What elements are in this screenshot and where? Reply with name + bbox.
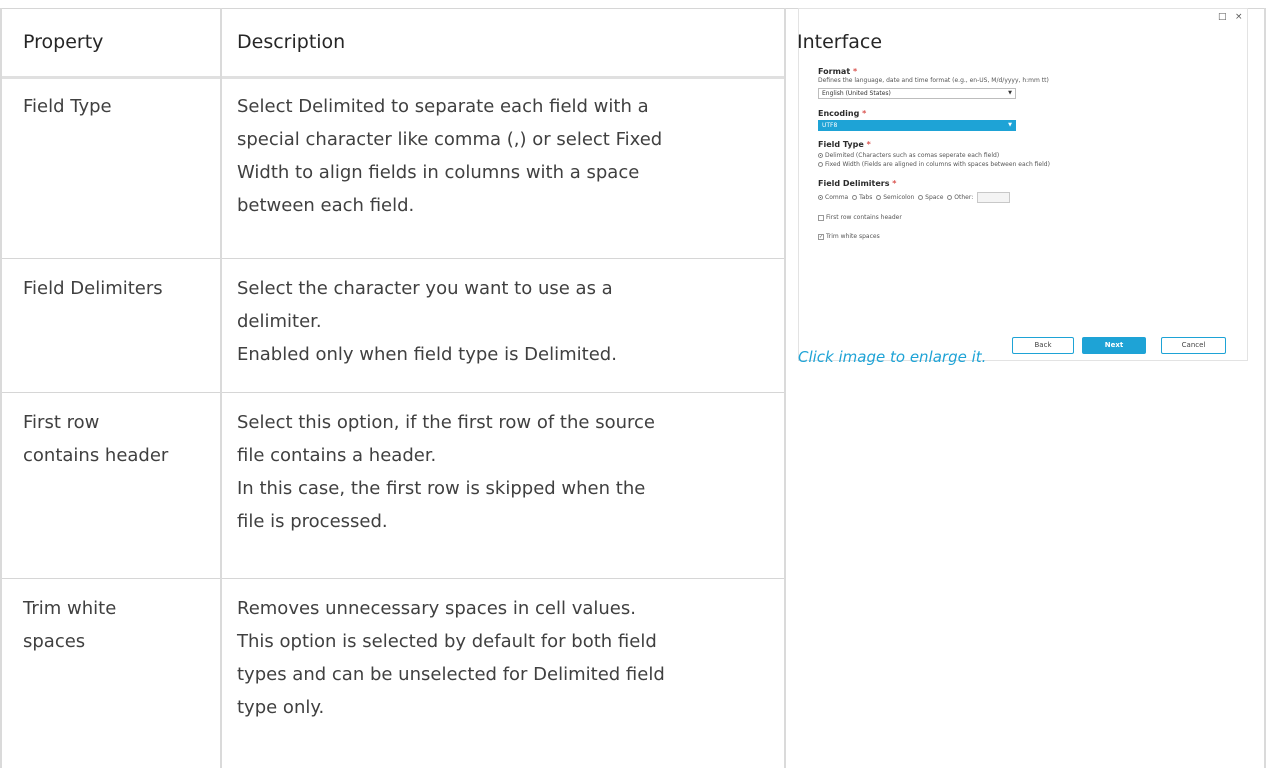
description-line: between each field.	[237, 195, 415, 216]
row-divider	[0, 578, 784, 579]
dialog-screenshot[interactable]: □ × Format * Defines the language, date …	[798, 8, 1248, 361]
enlarge-image-link[interactable]: Click image to enlarge it.	[798, 348, 986, 366]
delimiter-semicolon-radio[interactable]: Semicolon	[876, 194, 914, 201]
chevron-down-icon: ▼	[1008, 90, 1012, 96]
description-line: special character like comma (,) or sele…	[237, 129, 663, 150]
delimiter-tabs-radio[interactable]: Tabs	[852, 194, 872, 201]
close-icon[interactable]: ×	[1235, 12, 1243, 22]
description-line: types and can be unselected for Delimite…	[237, 664, 665, 685]
format-help: Defines the language, date and time form…	[818, 77, 1049, 84]
table-row: Field Type	[23, 90, 112, 123]
radio-icon	[818, 153, 823, 158]
next-button[interactable]: Next	[1082, 337, 1146, 354]
radio-icon	[876, 195, 882, 200]
back-button[interactable]: Back	[1012, 337, 1074, 354]
table-row: Select the character you want to use as …	[237, 272, 617, 371]
description-line: Removes unnecessary spaces in cell value…	[237, 598, 636, 619]
description-line: Enabled only when field type is Delimite…	[237, 344, 617, 365]
property-cell: Field Delimiters	[23, 278, 163, 299]
description-line: Width to align fields in columns with a …	[237, 162, 640, 183]
field-delimiters-options: Comma Tabs Semicolon Space Other:	[818, 192, 1011, 203]
property-cell: Trim white	[23, 598, 117, 619]
radio-icon	[818, 162, 823, 167]
delimiter-other-input[interactable]	[977, 192, 1011, 203]
description-line: delimiter.	[237, 311, 322, 332]
description-line: file is processed.	[237, 511, 388, 532]
header-row-border	[0, 76, 784, 79]
description-line: In this case, the first row is skipped w…	[237, 478, 646, 499]
radio-icon	[918, 195, 924, 200]
table-row: First row contains header	[23, 406, 168, 472]
delimiter-other-radio[interactable]: Other:	[947, 194, 973, 201]
checkbox-icon	[818, 214, 824, 221]
description-line: Select Delimited to separate each field …	[237, 96, 649, 117]
table-row: Select Delimited to separate each field …	[237, 90, 662, 222]
maximize-icon[interactable]: □	[1218, 12, 1227, 22]
table-row: Removes unnecessary spaces in cell value…	[237, 592, 665, 724]
column-divider	[784, 8, 786, 768]
trim-white-spaces-checkbox[interactable]: ✓ Trim white spaces	[818, 233, 880, 240]
field-type-label: Field Type *	[818, 140, 871, 149]
format-label: Format *	[818, 67, 858, 76]
radio-icon	[818, 195, 823, 200]
field-type-fixed-width-radio[interactable]: Fixed Width (Fields are aligned in colum…	[818, 161, 1050, 168]
table-row: Trim white spaces	[23, 592, 116, 658]
header-interface: Interface	[797, 31, 883, 53]
description-line: file contains a header.	[237, 445, 437, 466]
column-divider	[220, 8, 222, 768]
row-divider	[0, 392, 784, 393]
field-type-delimited-radio[interactable]: Delimited (Characters such as comas sepe…	[818, 152, 999, 159]
chevron-down-icon: ▼	[1008, 122, 1012, 128]
description-line: type only.	[237, 697, 325, 718]
description-line: Select this option, if the first row of …	[237, 412, 655, 433]
cancel-button[interactable]: Cancel	[1161, 337, 1226, 354]
field-delimiters-label: Field Delimiters *	[818, 179, 897, 188]
table-row: Field Delimiters	[23, 272, 163, 305]
format-select[interactable]: English (United States) ▼	[818, 88, 1016, 99]
encoding-label: Encoding *	[818, 109, 867, 118]
property-cell: contains header	[23, 445, 169, 466]
row-divider	[0, 258, 784, 259]
column-divider	[0, 8, 2, 768]
property-cell: First row	[23, 412, 100, 433]
header-description: Description	[237, 31, 346, 53]
description-line: This option is selected by default for b…	[237, 631, 657, 652]
first-row-header-checkbox[interactable]: First row contains header	[818, 214, 902, 221]
header-property: Property	[23, 31, 104, 53]
delimiter-comma-radio[interactable]: Comma	[818, 194, 848, 201]
delimiter-space-radio[interactable]: Space	[918, 194, 943, 201]
radio-icon	[947, 195, 953, 200]
encoding-select[interactable]: UTF8 ▼	[818, 120, 1016, 131]
description-line: Select the character you want to use as …	[237, 278, 613, 299]
property-cell: spaces	[23, 631, 86, 652]
radio-icon	[852, 195, 858, 200]
property-cell: Field Type	[23, 96, 112, 117]
table-row: Select this option, if the first row of …	[237, 406, 655, 538]
checkbox-checked-icon: ✓	[818, 233, 824, 240]
